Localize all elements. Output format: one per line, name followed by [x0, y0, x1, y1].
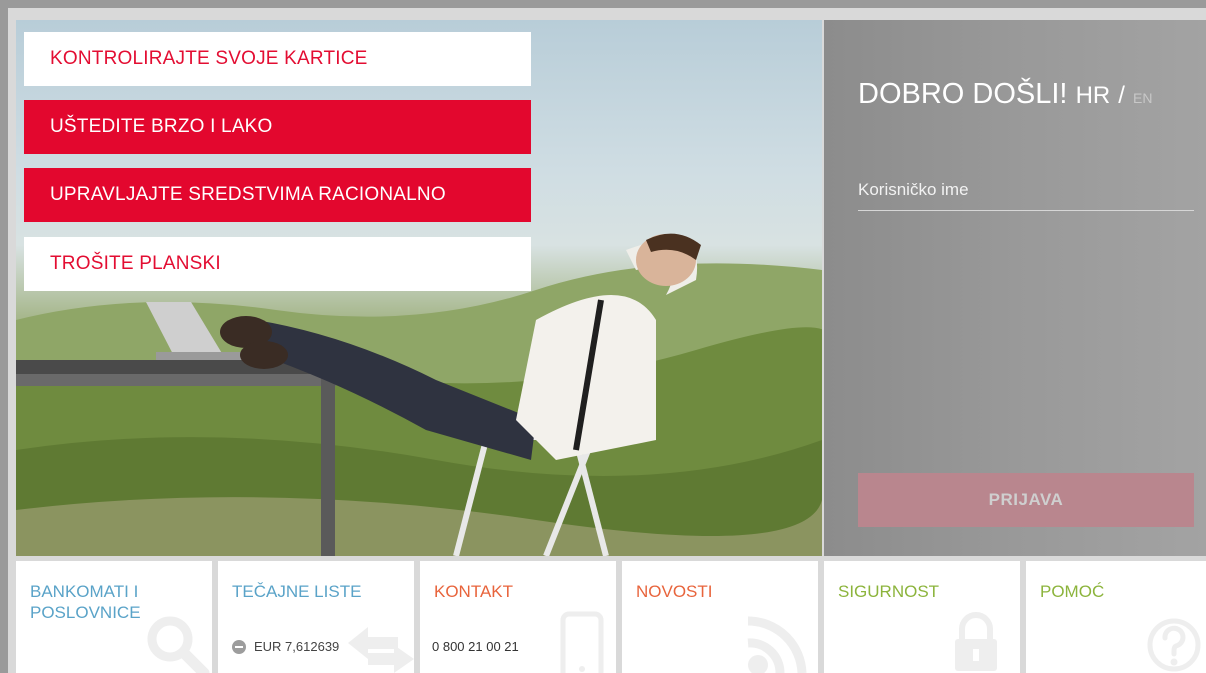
lock-icon: [955, 612, 997, 671]
tile-title: KONTAKT: [434, 582, 514, 601]
tile-title: BANKOMATI I POSLOVNICE: [30, 582, 141, 622]
exchange-rate-value: EUR 7,612639: [254, 639, 340, 654]
tile-title: POMOĆ: [1040, 582, 1105, 601]
rss-icon: [747, 616, 807, 673]
promo-control-cards[interactable]: KONTROLIRAJTE SVOJE KARTICE: [24, 32, 531, 86]
language-en-link[interactable]: EN: [1133, 90, 1152, 106]
promo-label: UŠTEDITE BRZO I LAKO: [50, 116, 273, 137]
promo-manage-funds[interactable]: UPRAVLJAJTE SREDSTVIMA RACIONALNO: [24, 168, 531, 222]
tile-help[interactable]: POMOĆ: [1026, 561, 1206, 673]
tile-security[interactable]: SIGURNOST: [824, 561, 1020, 673]
promo-save-fast[interactable]: UŠTEDITE BRZO I LAKO: [24, 100, 531, 154]
language-hr-link[interactable]: HR: [1076, 82, 1111, 109]
minus-circle-icon: [232, 639, 246, 654]
page: KONTROLIRAJTE SVOJE KARTICE UŠTEDITE BRZ…: [8, 8, 1206, 673]
promo-label: UPRAVLJAJTE SREDSTVIMA RACIONALNO: [50, 184, 446, 205]
contact-phone-number: 0 800 21 00 21: [432, 639, 519, 654]
login-panel: DOBRO DOŠLI! HR / EN PRIJAVA: [824, 20, 1206, 556]
login-button[interactable]: PRIJAVA: [858, 473, 1194, 527]
hero-banner: KONTROLIRAJTE SVOJE KARTICE UŠTEDITE BRZ…: [16, 20, 822, 556]
welcome-text: DOBRO DOŠLI!: [858, 78, 1068, 110]
tile-title: TEČAJNE LISTE: [232, 582, 362, 601]
tile-news[interactable]: NOVOSTI: [622, 561, 818, 673]
promo-spend-planned[interactable]: TROŠITE PLANSKI: [24, 237, 531, 291]
tile-exchange-rates[interactable]: TEČAJNE LISTE EUR 7,612639: [218, 561, 414, 673]
promo-label: TROŠITE PLANSKI: [50, 253, 221, 274]
exchange-rate-eur: EUR 7,612639: [232, 639, 339, 654]
mobile-phone-icon: [560, 611, 604, 673]
username-input[interactable]: [858, 170, 1194, 211]
language-separator: /: [1118, 82, 1125, 109]
welcome-heading: DOBRO DOŠLI! HR / EN: [858, 78, 1152, 111]
tile-contact[interactable]: KONTAKT 0 800 21 00 21: [420, 561, 616, 673]
exchange-arrows-icon: [348, 627, 414, 673]
promo-label: KONTROLIRAJTE SVOJE KARTICE: [50, 48, 368, 69]
question-icon: [1147, 618, 1201, 672]
tile-atms-branches[interactable]: BANKOMATI I POSLOVNICE: [16, 561, 212, 673]
tile-title: SIGURNOST: [838, 582, 940, 601]
tile-title: NOVOSTI: [636, 582, 713, 601]
